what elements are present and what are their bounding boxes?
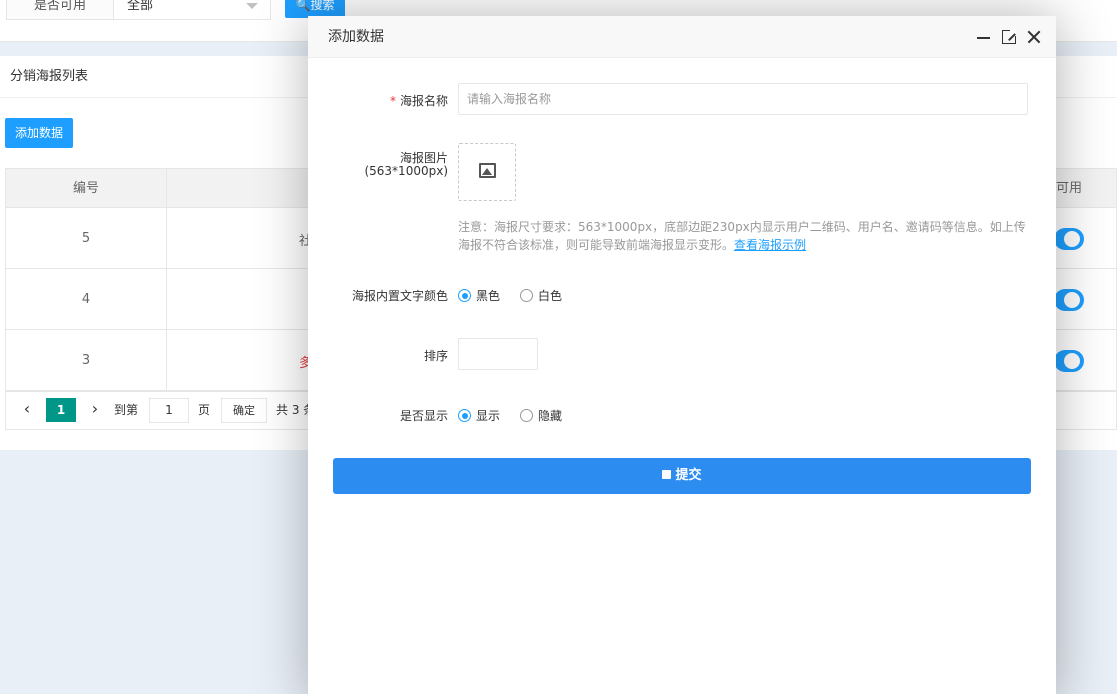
modal-header: 添加数据 [308, 16, 1056, 58]
chevron-down-icon [246, 3, 258, 9]
row-id: 5 [6, 208, 167, 268]
poster-image-label: 海报图片 (563*1000px) [308, 152, 448, 178]
color-white-radio[interactable]: 白色 [520, 287, 562, 304]
lock-icon [662, 470, 672, 479]
poster-name-input[interactable]: 请输入海报名称 [458, 83, 1028, 115]
availability-select-value: 全部 [127, 0, 154, 13]
show-label: 是否显示 [399, 409, 448, 423]
modal-title: 添加数据 [328, 29, 384, 45]
add-data-button[interactable]: 添加数据 [5, 118, 74, 148]
row-id: 4 [6, 269, 167, 329]
available-toggle[interactable] [1054, 228, 1084, 250]
view-example-link[interactable]: 查看海报示例 [734, 238, 806, 252]
required-mark: * [389, 94, 396, 108]
col-id-header: 编号 [6, 169, 167, 207]
image-icon [479, 163, 496, 178]
search-icon: 🔍 [295, 0, 311, 12]
show-off-radio[interactable]: 隐藏 [520, 407, 562, 424]
maximize-icon[interactable] [1002, 30, 1016, 44]
add-data-modal: 添加数据 * 海报名称 请输入海报名称 海报图片 (563*1000px) 注意：… [308, 16, 1056, 694]
sort-label: 排序 [423, 349, 448, 363]
goto-confirm-button[interactable]: 确定 [221, 398, 267, 423]
row-id: 3 [6, 330, 167, 390]
page-current[interactable]: 1 [46, 398, 76, 422]
availability-select[interactable]: 全部 [113, 0, 271, 20]
image-upload[interactable] [458, 143, 516, 201]
poster-image-size: (563*1000px) [364, 164, 448, 178]
available-toggle[interactable] [1054, 350, 1084, 372]
show-on-radio[interactable]: 显示 [458, 407, 500, 424]
available-toggle[interactable] [1054, 289, 1084, 311]
filter-label: 是否可用 [6, 0, 114, 20]
page-label: 页 [198, 403, 211, 417]
goto-page-input[interactable]: 1 [149, 398, 189, 423]
sort-input[interactable] [458, 338, 538, 370]
minimize-icon[interactable] [976, 27, 992, 47]
color-black-radio[interactable]: 黑色 [458, 287, 500, 304]
goto-label: 到第 [114, 403, 139, 417]
chevron-left-icon[interactable]: ‹ [18, 398, 36, 420]
col-available-header: 可用 [1056, 181, 1083, 196]
text-color-label: 海报内置文字颜色 [351, 289, 448, 303]
submit-button[interactable]: 提交 [333, 458, 1031, 494]
close-icon[interactable] [1026, 27, 1042, 47]
poster-name-label: * 海报名称 [389, 94, 448, 108]
poster-note: 注意：海报尺寸要求：563*1000px，底部边距230px内显示用户二维码、用… [458, 220, 1026, 252]
chevron-right-icon[interactable]: › [86, 398, 104, 420]
